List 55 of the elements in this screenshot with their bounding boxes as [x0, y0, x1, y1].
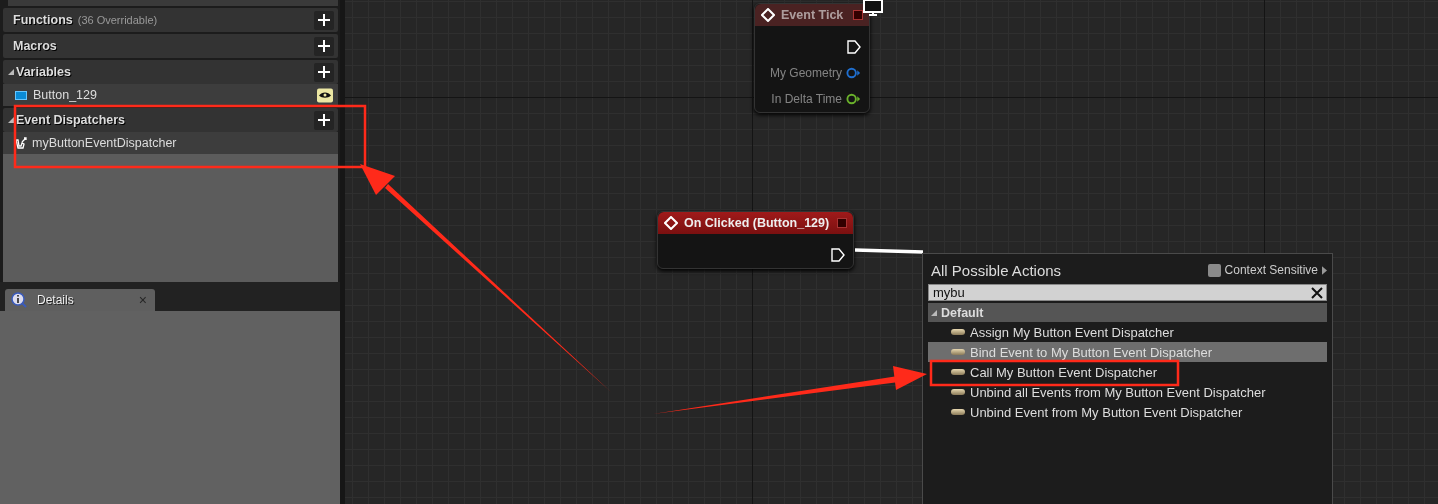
expand-arrow-icon[interactable]: [8, 69, 14, 75]
pin-label: In Delta Time: [771, 92, 842, 106]
item-label: Button_129: [33, 88, 97, 102]
add-button[interactable]: [314, 62, 334, 82]
checkbox-label: Context Sensitive: [1224, 263, 1318, 277]
node-title: Event Tick: [781, 8, 844, 22]
info-icon: [11, 292, 27, 308]
exec-pin-icon[interactable]: [831, 248, 845, 262]
section-header[interactable]: Functions (36 Overridable): [3, 8, 338, 32]
add-button[interactable]: [314, 110, 334, 130]
node-title: On Clicked (Button_129): [684, 216, 830, 230]
section-title: Variables: [16, 65, 71, 79]
section-header[interactable]: Event Dispatchers: [3, 108, 338, 132]
expand-arrow-icon[interactable]: [8, 117, 14, 123]
section-title: Macros: [12, 39, 57, 53]
menu-title: All Possible Actions: [930, 261, 1062, 279]
list-item[interactable]: myButtonEventDispatcher: [3, 132, 338, 154]
event-icon: [664, 216, 678, 230]
action-item[interactable]: Call My Button Event Dispatcher: [928, 362, 1327, 382]
submenu-arrow-icon[interactable]: [1322, 265, 1327, 275]
function-icon: [951, 389, 965, 395]
search-field[interactable]: mybu: [928, 284, 1327, 301]
tab-title: Details: [37, 293, 74, 307]
action-item[interactable]: Unbind all Events from My Button Event Dispatcher: [928, 382, 1327, 402]
monitor-icon: [861, 0, 885, 16]
action-item[interactable]: Unbind Event from My Button Event Dispatcher: [928, 402, 1327, 422]
category-header[interactable]: Default: [928, 303, 1327, 322]
add-button[interactable]: [314, 10, 334, 30]
clear-icon[interactable]: [1311, 286, 1323, 299]
add-button[interactable]: [314, 36, 334, 56]
search-input[interactable]: mybu: [933, 285, 1311, 300]
details-tab[interactable]: Details ×: [5, 289, 155, 311]
action-item[interactable]: Bind Event to My Button Event Dispatcher: [928, 342, 1327, 362]
section-note: (36 Overridable): [77, 14, 158, 26]
section-header[interactable]: Macros: [3, 34, 338, 58]
section-header[interactable]: Variables: [3, 60, 338, 84]
category-title: Default: [941, 305, 984, 320]
function-icon: [951, 369, 965, 375]
delegate-pin-icon[interactable]: [837, 218, 847, 228]
item-label: myButtonEventDispatcher: [32, 136, 177, 150]
function-icon: [951, 409, 965, 415]
pin-label: My Geometry: [770, 66, 842, 80]
expand-arrow-icon[interactable]: [931, 309, 937, 316]
list-item[interactable]: Button_129: [3, 84, 338, 106]
checkbox[interactable]: [1207, 263, 1221, 277]
dispatcher-icon: [15, 137, 27, 149]
section-title: Event Dispatchers: [16, 113, 126, 127]
section-title: Functions: [12, 13, 73, 27]
wire: [855, 248, 923, 254]
function-icon: [951, 329, 965, 335]
eye-icon[interactable]: [317, 87, 333, 103]
function-icon: [951, 349, 965, 355]
event-icon: [761, 8, 775, 22]
action-item[interactable]: Assign My Button Event Dispatcher: [928, 322, 1327, 342]
event-node[interactable]: On Clicked (Button_129): [657, 211, 854, 269]
